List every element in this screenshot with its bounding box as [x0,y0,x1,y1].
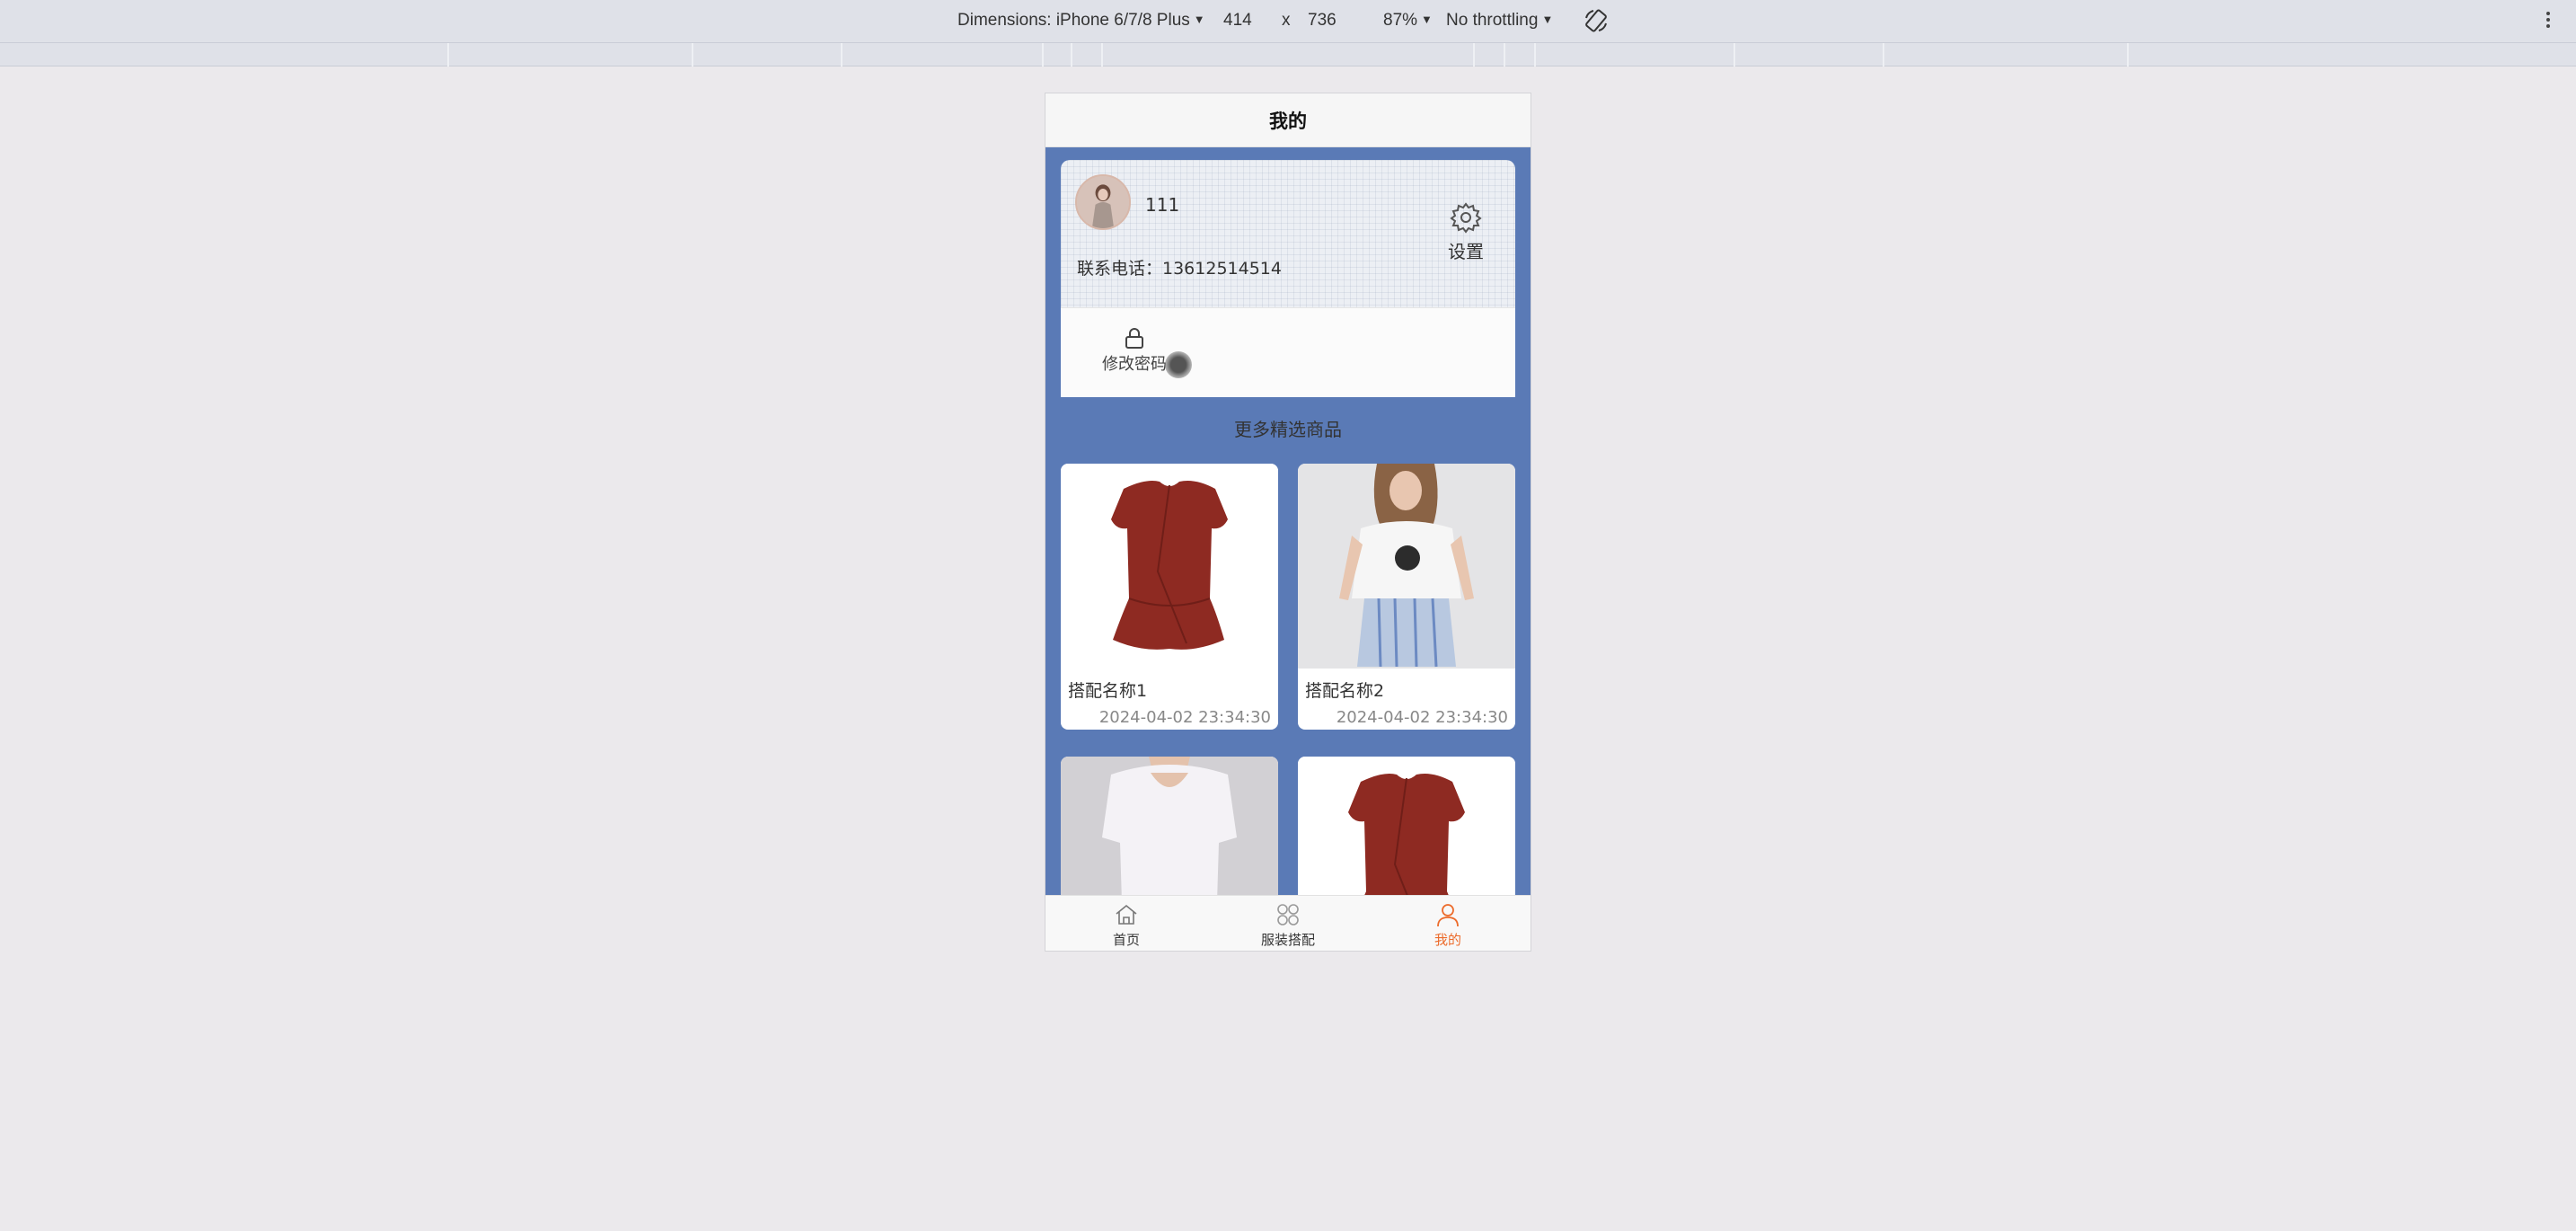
caret-down-icon: ▼ [1421,13,1433,26]
page-title: 我的 [1045,93,1531,147]
settings-label: 设置 [1448,241,1484,262]
grid-icon [1277,904,1299,925]
viewport-width-input[interactable]: 414 [1223,11,1252,31]
devtools-device-toolbar: Dimensions: iPhone 6/7/8 Plus ▼ 414 x 736… [0,0,2576,43]
zoom-dropdown[interactable]: 87% ▼ [1383,11,1433,31]
caret-down-icon: ▼ [1541,13,1554,26]
product-name: 搭配名称1 [1068,681,1148,701]
product-card[interactable]: 搭配名称2 2024-04-02 23:34:30 [1298,464,1515,730]
product-name: 搭配名称2 [1305,681,1385,701]
more-options-icon[interactable] [2542,9,2554,34]
lock-icon [1125,328,1143,349]
throttling-dropdown[interactable]: No throttling ▼ [1446,11,1553,31]
change-password-label: 修改密码 [1102,355,1167,374]
user-icon [1437,904,1459,927]
profile-card: 111 联系电话：13612514514 设置 [1061,160,1515,307]
media-query-bar [0,43,2576,66]
throttling-label: No throttling [1446,11,1539,30]
tab-mine[interactable]: 我的 [1394,901,1502,949]
product-time: 2024-04-02 23:34:30 [1098,708,1271,727]
change-password-button[interactable]: 修改密码 [1098,326,1170,375]
gear-icon [1450,202,1482,234]
rotate-icon[interactable] [1583,7,1610,34]
section-title: 更多精选商品 [1234,419,1342,440]
username: 111 [1145,194,1180,216]
tab-home[interactable]: 首页 [1072,901,1180,949]
product-image [1298,464,1515,669]
bottom-tab-bar: 首页 服装搭配 我的 [1045,895,1531,951]
tab-outfits[interactable]: 服装搭配 [1234,901,1342,949]
device-dimensions-dropdown[interactable]: Dimensions: iPhone 6/7/8 Plus ▼ [957,11,1205,31]
home-icon [1116,904,1137,925]
device-dimensions-label: Dimensions: iPhone 6/7/8 Plus [957,11,1190,30]
settings-button[interactable]: 设置 [1438,199,1494,263]
caret-down-icon: ▼ [1193,13,1205,26]
dimension-separator: x [1282,11,1291,30]
contact-phone: 联系电话：13612514514 [1077,259,1282,279]
tab-home-label: 首页 [1112,932,1140,948]
product-time: 2024-04-02 23:34:30 [1336,708,1508,727]
tab-outfits-label: 服装搭配 [1260,932,1315,948]
product-card[interactable]: 搭配名称1 2024-04-02 23:34:30 [1061,464,1278,730]
actions-panel: 修改密码 [1061,307,1515,397]
zoom-label: 87% [1383,11,1418,30]
tab-mine-label: 我的 [1434,932,1461,948]
avatar[interactable] [1075,174,1131,230]
product-image [1061,464,1278,669]
touch-cursor [1165,351,1192,378]
viewport-height-input[interactable]: 736 [1308,11,1337,31]
mobile-viewport: 我的 111 联系电话：13612514514 设置 修改密码 更多精选商品 搭… [1045,93,1531,951]
